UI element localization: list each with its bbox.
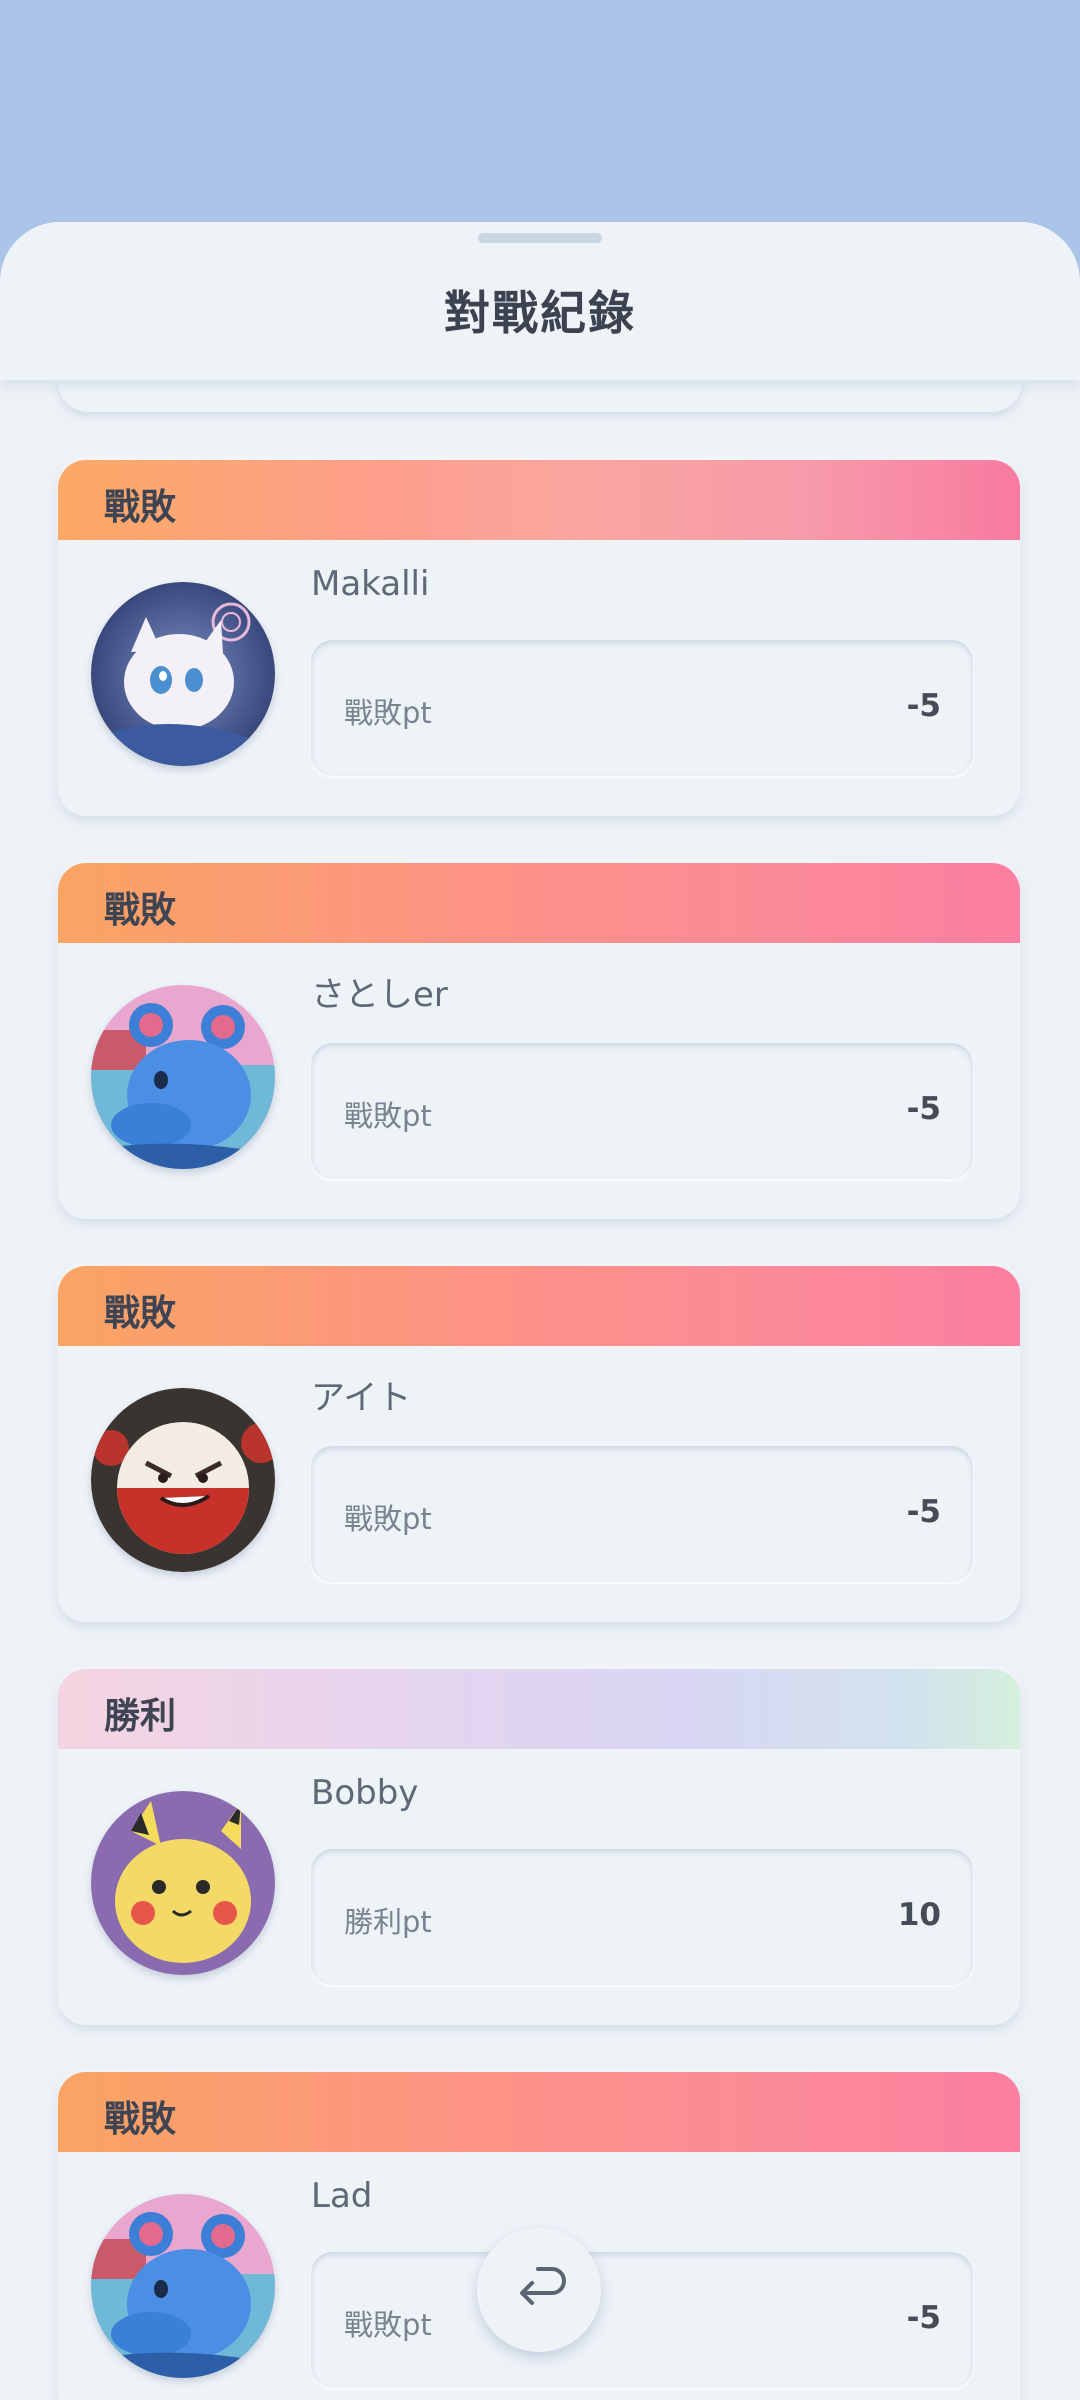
previous-card-edge (58, 380, 1022, 412)
player-name: アイト (311, 1378, 412, 1418)
points-value: -5 (906, 1091, 941, 1127)
result-label: 戰敗 (104, 890, 177, 931)
points-value: 10 (897, 1897, 941, 1933)
points-box: 戰敗pt -5 (311, 1446, 973, 1582)
player-name: Lad (311, 2176, 373, 2216)
match-card[interactable]: 勝利 Bobby 勝利pt 10 (58, 1669, 1020, 2025)
result-banner: 戰敗 (58, 460, 1020, 540)
points-value: -5 (906, 1494, 941, 1530)
points-label: 戰敗pt (344, 2308, 432, 2342)
drag-handle[interactable] (478, 233, 602, 243)
sheet-header: 對戰紀錄 (0, 222, 1080, 380)
pikachu-avatar-image (91, 1791, 275, 1975)
result-label: 戰敗 (104, 2099, 177, 2140)
match-card[interactable]: 戰敗 さとしer 戰敗pt -5 (58, 863, 1020, 1219)
marill-avatar-image (91, 2194, 275, 2378)
result-banner: 勝利 (58, 1669, 1020, 1749)
player-avatar[interactable] (91, 2194, 275, 2378)
match-card[interactable]: 戰敗 アイト 戰敗pt -5 (58, 1266, 1020, 1622)
player-avatar[interactable] (91, 582, 275, 766)
player-avatar[interactable] (91, 1791, 275, 1975)
result-label: 勝利 (104, 1696, 177, 1737)
back-button[interactable] (477, 2228, 601, 2352)
marill-avatar-image (91, 985, 275, 1169)
points-box: 戰敗pt -5 (311, 1043, 973, 1179)
result-label: 戰敗 (104, 487, 177, 528)
result-banner: 戰敗 (58, 2072, 1020, 2152)
points-label: 戰敗pt (344, 696, 432, 730)
points-box: 勝利pt 10 (311, 1849, 973, 1985)
points-box: 戰敗pt -5 (311, 2252, 973, 2388)
mew-avatar-image (91, 582, 275, 766)
player-name: Makalli (311, 564, 430, 604)
match-card[interactable]: 戰敗 Makalli 戰敗pt -5 (58, 460, 1020, 816)
result-banner: 戰敗 (58, 863, 1020, 943)
return-arrow-icon (520, 2267, 566, 2305)
player-avatar[interactable] (91, 1388, 275, 1572)
points-label: 勝利pt (344, 1905, 432, 1939)
result-label: 戰敗 (104, 1293, 177, 1334)
points-box: 戰敗pt -5 (311, 640, 973, 776)
player-avatar[interactable] (91, 985, 275, 1169)
match-history-sheet: 戰敗 Makalli 戰敗pt -5 戰敗 さとしer 戰敗pt -5 戰敗 ア… (0, 222, 1080, 2400)
player-name: さとしer (311, 975, 448, 1015)
points-value: -5 (906, 688, 941, 724)
points-value: -5 (906, 2300, 941, 2336)
points-label: 戰敗pt (344, 1502, 432, 1536)
points-label: 戰敗pt (344, 1099, 432, 1133)
player-name: Bobby (311, 1773, 419, 1813)
result-banner: 戰敗 (58, 1266, 1020, 1346)
page-title: 對戰紀錄 (444, 286, 636, 340)
electrode-avatar-image (91, 1388, 275, 1572)
